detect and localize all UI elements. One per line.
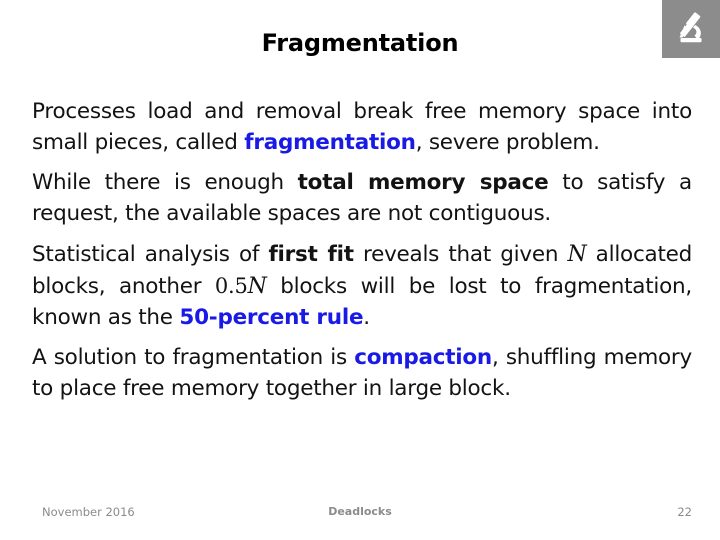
slide-footer: November 2016 Deadlocks 22 — [0, 505, 720, 527]
text-run: , severe problem. — [415, 129, 600, 155]
bullet-paragraph-2: While there is enough total memory space… — [32, 168, 692, 230]
text-run: A solution to fragmentation is — [32, 344, 355, 370]
text-run-emphasis-fragmentation: fragmentation — [244, 129, 416, 155]
math-symbol-n: N — [567, 241, 587, 267]
text-run: Statistical analysis of — [32, 241, 269, 267]
text-run: reveals that given — [353, 241, 568, 267]
math-number-half: 0.5 — [214, 273, 248, 298]
text-run: . — [363, 304, 370, 330]
text-run-emphasis-fifty-percent-rule: 50-percent rule — [179, 304, 364, 330]
slide-canvas: Fragmentation Processes load and removal… — [0, 0, 720, 540]
footer-page-number: 22 — [677, 505, 692, 519]
footer-topic: Deadlocks — [328, 505, 392, 518]
bullet-paragraph-4: A solution to fragmentation is compactio… — [32, 343, 692, 405]
text-run: While there is enough — [32, 169, 298, 195]
math-symbol-n: N — [247, 273, 267, 299]
bullet-paragraph-3: Statistical analysis of first fit reveal… — [32, 239, 692, 334]
text-run-emphasis-first-fit: first fit — [268, 241, 354, 267]
text-run-emphasis-total-memory-space: total memory space — [297, 169, 549, 195]
text-run-emphasis-compaction: compaction — [354, 344, 492, 370]
page-title: Fragmentation — [261, 29, 459, 57]
slide-body: Processes load and removal break free me… — [32, 97, 692, 405]
bullet-paragraph-1: Processes load and removal break free me… — [32, 97, 692, 159]
